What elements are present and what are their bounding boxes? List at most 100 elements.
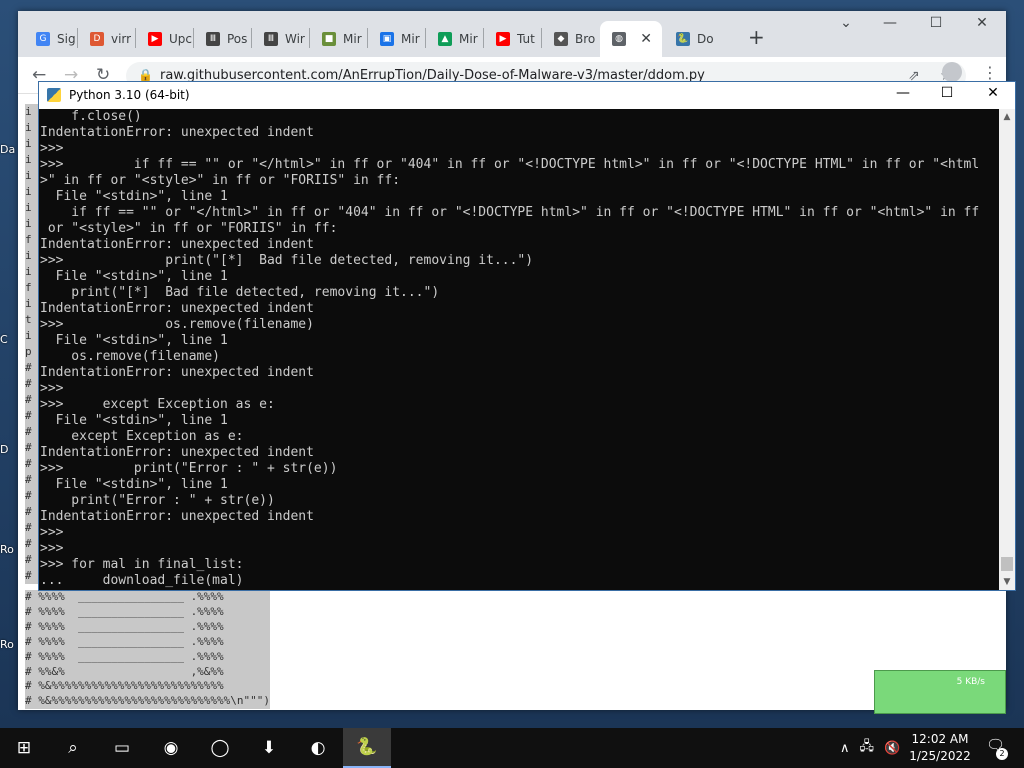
tab-title: Mir <box>401 32 420 46</box>
console-line: print("Error : " + str(e)) <box>40 493 275 508</box>
tab-title: Do <box>697 32 714 46</box>
console-line: File "<stdin>", line 1 <box>40 413 228 428</box>
browser-tab[interactable]: ▲ Mir <box>426 21 482 57</box>
file-explorer-app[interactable]: ▭ <box>98 728 146 768</box>
python-close-button[interactable]: ✕ <box>973 85 1013 101</box>
console-line: print("[*] Bad file detected, removing i… <box>40 285 440 300</box>
ascii-art-line: # %&%%%%%%%%%%%%%%%%%%%%%%%%%% <box>25 679 224 693</box>
console-line: File "<stdin>", line 1 <box>40 269 228 284</box>
maximize-button[interactable]: ☐ <box>916 15 956 31</box>
console-line: >>> except Exception as e: <box>40 397 275 412</box>
google-icon: G <box>36 32 50 46</box>
console-line: File "<stdin>", line 1 <box>40 477 228 492</box>
console-line: IndentationError: unexpected indent <box>40 237 314 252</box>
ascii-art-line: # %%&% ,%&%% <box>25 664 224 678</box>
tab-title: Upc <box>169 32 192 46</box>
network-icon[interactable]: 🖧 <box>860 737 875 759</box>
show-hidden-icons-chevron-icon[interactable]: ∧ <box>840 741 850 756</box>
youtube-icon: ▶ <box>148 32 162 46</box>
ascii-art-line: # %%%% ________________ .%%%% <box>25 634 224 648</box>
console-line: IndentationError: unexpected indent <box>40 509 314 524</box>
lock-icon[interactable]: 🔒 <box>138 68 153 82</box>
menu-dots-icon[interactable]: ⋮ <box>982 63 998 82</box>
console-line: >>> <box>40 541 64 556</box>
ascii-art-line: # %%%% ________________ .%%%% <box>25 649 224 663</box>
console-line: >>> if ff == "" or "</html>" in ff or "4… <box>40 157 980 172</box>
console-line: IndentationError: unexpected indent <box>40 445 314 460</box>
console-line: or "<style>" in ff or "FORIIS" in ff: <box>40 221 338 236</box>
opera-app[interactable]: ◯ <box>196 728 244 768</box>
console-line: >" in ff or "<style>" in ff or "FORIIS" … <box>40 173 401 188</box>
console-line: >>> <box>40 381 64 396</box>
downloader-app[interactable]: ⬇ <box>245 728 293 768</box>
clock[interactable]: 12:02 AM 1/25/2022 <box>906 731 974 765</box>
tab-title: Mir <box>343 32 362 46</box>
browser-tab[interactable]: ▶ Tut <box>484 21 540 57</box>
console-line: os.remove(filename) <box>40 349 221 364</box>
browser-tab[interactable]: ▣ Mir <box>368 21 424 57</box>
duckduckgo-icon: D <box>90 32 104 46</box>
console-line: f.close() <box>40 109 142 124</box>
browser-tab[interactable]: ▶ Upc <box>136 21 192 57</box>
console-output[interactable]: f.close() IndentationError: unexpected in… <box>39 109 1000 590</box>
volume-muted-icon[interactable]: 🔇 <box>884 741 900 756</box>
console-line: >>> print("[*] Bad file detected, removi… <box>40 253 534 268</box>
new-tab-button[interactable]: + <box>748 25 765 49</box>
tab-search-chevron-icon[interactable]: ⌄ <box>826 15 866 31</box>
console-line: IndentationError: unexpected indent <box>40 365 314 380</box>
search-button[interactable]: ⌕ <box>49 728 97 768</box>
browser-tab[interactable]: 🐍 Do <box>664 21 720 57</box>
ascii-art-line: # %%%% ________________ .%%%% <box>25 604 224 618</box>
ascii-art-line: # %&%%%%%%%%%%%%%%%%%%%%%%%%%%%\n""") <box>25 694 271 708</box>
minecraft-icon: ■ <box>322 32 336 46</box>
browser-tab[interactable]: Dvirr <box>78 21 134 57</box>
start-button[interactable]: ⊞ <box>0 728 48 768</box>
page-text-left-edge: i i i i i i i i f i i f i t i p # # # # … <box>25 104 39 584</box>
profile-avatar[interactable] <box>942 62 962 82</box>
scroll-up-icon[interactable]: ▲ <box>999 109 1015 125</box>
python-title-bar: Python 3.10 (64-bit) — ☐ ✕ <box>39 82 1015 109</box>
taskbar: ⊞ ⌕ ▭ ◉ ◯ ⬇ ◐ 🐍 ∧ 🖧 🔇 12:02 AM 1/25/2022 🗨 2 <box>0 728 1024 768</box>
python-maximize-button[interactable]: ☐ <box>927 85 967 101</box>
python-minimize-button[interactable]: — <box>883 85 923 101</box>
download-speed-text: 5 KB/s <box>956 677 985 687</box>
browser-tab[interactable]: ◆ Bro <box>542 21 598 57</box>
console-scrollbar[interactable]: ▲ ▼ <box>999 109 1015 590</box>
browser-tab[interactable]: ◍ ✕ <box>600 21 662 57</box>
tab-title: Pos <box>227 32 248 46</box>
museum-icon: Ⅲ <box>264 32 278 46</box>
console-line: >>> <box>40 141 64 156</box>
python-icon <box>47 88 61 102</box>
console-line: IndentationError: unexpected indent <box>40 301 314 316</box>
notification-count-badge: 2 <box>996 748 1008 760</box>
browser-tab[interactable]: Ⅲ Wir <box>252 21 308 57</box>
minimize-button[interactable]: — <box>870 15 910 31</box>
python-window-title: Python 3.10 (64-bit) <box>69 88 190 102</box>
browser-tab[interactable]: ■ Mir <box>310 21 366 57</box>
ascii-art-block: # %%%% ________________ .%%%% # %%%% ____… <box>25 590 271 710</box>
console-line: File "<stdin>", line 1 <box>40 189 228 204</box>
python-icon: 🐍 <box>676 32 690 46</box>
ascii-art-line: # %%%% ________________ .%%%% <box>25 619 224 633</box>
tab-close-icon[interactable]: ✕ <box>640 31 652 47</box>
console-line: ... download_file(mal) <box>40 573 244 588</box>
browser-tab[interactable]: G Sig <box>24 21 76 57</box>
chrome-app[interactable]: ◉ <box>147 728 195 768</box>
scroll-down-icon[interactable]: ▼ <box>999 574 1015 590</box>
layout-icon: ▣ <box>380 32 394 46</box>
download-speed-widget: 5 KB/s <box>874 670 1006 714</box>
close-button[interactable]: ✕ <box>962 15 1002 31</box>
console-line: IndentationError: unexpected indent <box>40 125 314 140</box>
clock-date: 1/25/2022 <box>909 749 971 763</box>
ascii-art-line: # %%%% ________________ .%%%% <box>25 590 224 603</box>
browser-tab[interactable]: Ⅲ Pos <box>194 21 250 57</box>
tab-title: Sig <box>57 32 76 46</box>
python-app[interactable]: 🐍 <box>343 728 391 768</box>
tab-title: Mir <box>459 32 478 46</box>
console-line: except Exception as e: <box>40 429 244 444</box>
firefox-app[interactable]: ◐ <box>294 728 342 768</box>
console-line: >>> print("Error : " + str(e)) <box>40 461 338 476</box>
museum-icon: Ⅲ <box>206 32 220 46</box>
scroll-thumb[interactable] <box>1001 557 1013 571</box>
tab-title: Bro <box>575 32 596 46</box>
